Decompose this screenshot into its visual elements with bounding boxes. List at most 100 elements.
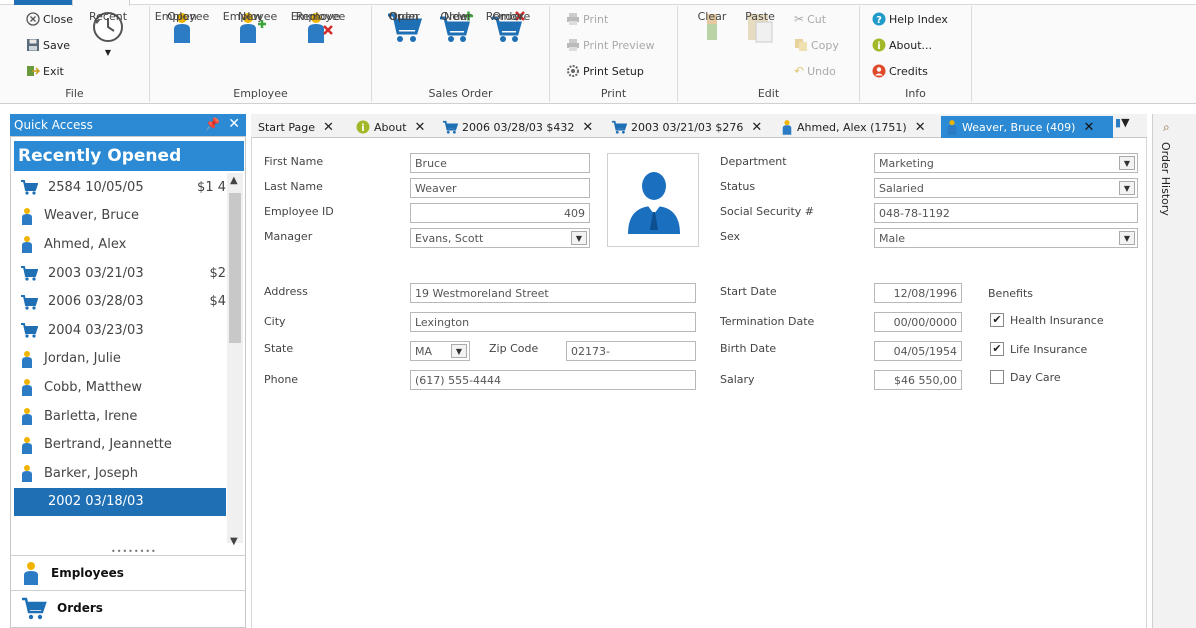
new-order-label-2: Order [440,10,472,23]
close-tab-icon[interactable]: ✕ [915,120,926,135]
remove-order-button[interactable]: Remove Order [486,10,530,46]
undo-button[interactable]: ↶ Undo [794,64,836,78]
recent-button[interactable]: Recent ▼ [88,10,128,60]
cut-label: Cut [807,12,827,26]
document-tab[interactable]: Start Page ✕ [253,116,349,138]
exit-button[interactable]: Exit [26,64,64,78]
print-setup-button[interactable]: Print Setup [566,64,644,78]
person-icon [782,120,792,135]
close-tab-icon[interactable]: ✕ [1083,120,1094,135]
recent-item-amount: $4 [209,294,226,310]
close-tab-icon[interactable]: ✕ [415,120,426,135]
scissors-icon: ✂ [794,12,805,26]
person-icon [22,465,32,483]
document-tab[interactable]: 2006 03/28/03 $432 ✕ [437,116,604,138]
recent-list-item[interactable]: Bertrand, Jeannette [14,430,226,459]
recent-list-item[interactable]: Cobb, Matthew [14,373,226,402]
tab-overflow-button[interactable]: ▮▼ [1115,116,1130,129]
cart-icon [21,180,38,195]
file-tab[interactable] [14,0,72,5]
health-insurance-checkbox[interactable]: ✔ Health Insurance [990,313,1104,327]
chevron-down-icon[interactable]: ▼ [1119,156,1135,170]
chevron-down-icon[interactable]: ▼ [451,344,467,358]
day-care-check[interactable] [990,370,1004,384]
sales-order-group: Open Order New Order Remove Order Sales … [372,6,550,102]
nav-employees[interactable]: Employees [11,555,245,589]
open-order-button[interactable]: Open Order [386,10,422,46]
document-tab[interactable]: Weaver, Bruce (409) ✕ [941,116,1113,138]
order-history-panel[interactable]: ⌕ Order History [1152,114,1196,628]
scroll-thumb[interactable] [229,193,241,343]
ssn-field[interactable]: 048-78-1192 [874,203,1138,223]
print-preview-button[interactable]: Print Preview [566,38,655,52]
recent-list-item[interactable]: 2002 03/18/03 [14,487,226,517]
scroll-up-icon[interactable]: ▲ [230,175,238,186]
start-date-field[interactable]: 12/08/1996 [874,283,962,303]
document-tab[interactable]: Ahmed, Alex (1751) ✕ [776,116,939,138]
last-name-field[interactable]: Weaver [410,178,590,198]
zip-field[interactable]: 02173- [566,341,696,361]
employee-id-field[interactable]: 409 [410,203,590,223]
department-select[interactable]: Marketing ▼ [874,153,1138,173]
cut-button[interactable]: ✂ Cut [794,12,826,26]
recent-list-item[interactable]: 2004 03/23/03 [14,316,226,345]
birth-date-field[interactable]: 04/05/1954 [874,341,962,361]
recent-list-item[interactable]: 2584 10/05/05 $1 4 [14,173,226,202]
pin-icon[interactable]: 📌 [205,117,220,131]
scroll-down-icon[interactable]: ▼ [230,536,238,547]
life-insurance-check[interactable]: ✔ [990,342,1004,356]
save-button[interactable]: Save [26,38,70,52]
close-tab-icon[interactable]: ✕ [582,120,593,135]
new-employee-button[interactable]: New Employee [223,10,277,46]
remove-order-label-2: Order [492,10,524,23]
document-tab[interactable]: i About ✕ [351,116,435,138]
recent-list-item[interactable]: Weaver, Bruce [14,202,226,231]
close-tab-icon[interactable]: ✕ [323,120,334,135]
chevron-down-icon[interactable]: ▼ [1119,181,1135,195]
recent-list-item[interactable]: Ahmed, Alex [14,230,226,259]
recent-scrollbar[interactable]: ▲ ▼ [227,173,243,547]
help-icon: ? [872,12,886,26]
document-tab[interactable]: 2003 03/21/03 $276 ✕ [606,116,774,138]
close-icon [26,12,40,26]
recent-list-item[interactable]: 2003 03/21/03 $2 [14,259,226,288]
copy-button[interactable]: Copy [794,38,839,52]
clear-button[interactable]: Clear [694,10,730,46]
recent-label: Recent [88,10,128,23]
day-care-checkbox[interactable]: Day Care [990,370,1061,384]
address-field[interactable]: 19 Westmoreland Street [410,283,696,303]
status-select[interactable]: Salaried ▼ [874,178,1138,198]
termination-date-field[interactable]: 00/00/0000 [874,312,962,332]
recent-list-item[interactable]: Barker, Joseph [14,459,226,488]
phone-field[interactable]: (617) 555-4444 [410,370,696,390]
cart-icon [21,323,38,338]
print-button[interactable]: Print [566,12,608,26]
about-button[interactable]: i About... [872,38,932,52]
city-field[interactable]: Lexington [410,312,696,332]
chevron-down-icon[interactable]: ▼ [571,231,587,245]
salary-field[interactable]: $46 550,00 [874,370,962,390]
nav-orders[interactable]: Orders [11,590,245,624]
paste-button[interactable]: Paste [742,10,778,46]
close-panel-icon[interactable]: ✕ [228,116,240,132]
chevron-down-icon[interactable]: ▼ [1119,231,1135,245]
credits-button[interactable]: Credits [872,64,928,78]
manager-select[interactable]: Evans, Scott ▼ [410,228,590,248]
open-employee-button[interactable]: Open Employee [155,10,209,46]
state-select[interactable]: MA ▼ [410,341,470,361]
recent-list-item[interactable]: 2006 03/28/03 $4 [14,287,226,316]
life-insurance-checkbox[interactable]: ✔ Life Insurance [990,342,1087,356]
first-name-field[interactable]: Bruce [410,153,590,173]
sex-select[interactable]: Male ▼ [874,228,1138,248]
help-index-button[interactable]: ? Help Index [872,12,948,26]
recent-list-item[interactable]: Jordan, Julie [14,345,226,374]
about-label: About... [889,38,933,52]
new-order-button[interactable]: New Order [438,10,474,46]
panel-splitter[interactable]: •••••••• [111,547,156,556]
recent-item-amount: $1 4 [197,179,226,195]
close-button[interactable]: Close [26,12,73,26]
close-tab-icon[interactable]: ✕ [751,120,762,135]
remove-employee-button[interactable]: Remove Employee [291,10,345,46]
health-insurance-check[interactable]: ✔ [990,313,1004,327]
recent-list-item[interactable]: Barletta, Irene [14,402,226,431]
